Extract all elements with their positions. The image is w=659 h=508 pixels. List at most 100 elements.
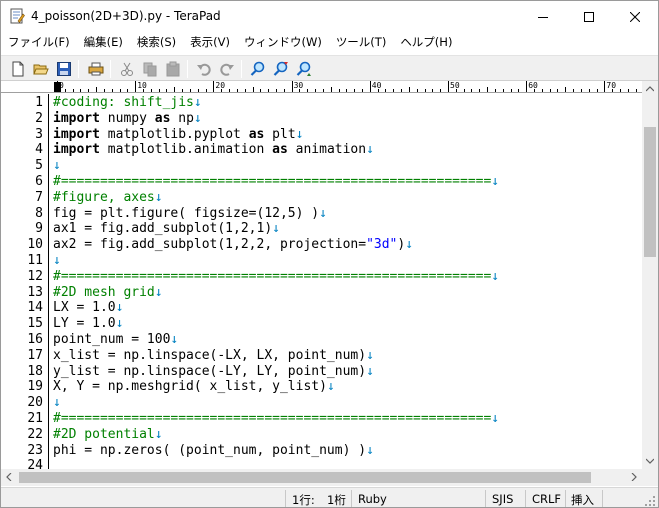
scroll-right-button[interactable] <box>626 469 642 485</box>
minimize-button[interactable] <box>520 1 566 32</box>
line-number: 24 <box>27 458 43 469</box>
new-file-button[interactable] <box>8 59 28 79</box>
toolbar-separator <box>110 60 111 78</box>
line-end-marker: ↓ <box>405 237 414 253</box>
new-file-icon <box>12 61 24 77</box>
ruler-tick <box>635 89 637 92</box>
code-line[interactable]: 17 x_list = np.linspace(-LX, LX, point_nu… <box>1 348 642 364</box>
code-line[interactable]: 4 import matplotlib.animation as animatio… <box>1 142 642 158</box>
find-previous-button[interactable] <box>294 59 314 79</box>
menu-help[interactable]: ヘルプ(H) <box>393 32 459 52</box>
code-line[interactable]: 3 import matplotlib.pyplot as plt↓ <box>1 127 642 143</box>
terapad-app-icon[interactable] <box>9 8 25 24</box>
code-line[interactable]: 14 LX = 1.0↓ <box>1 300 642 316</box>
menu-tools[interactable]: ツール(T) <box>329 32 394 52</box>
maximize-button[interactable] <box>566 1 612 32</box>
code-line[interactable]: 7 #figure, axes↓ <box>1 190 642 206</box>
cut-icon <box>121 62 133 76</box>
code-line[interactable]: 11 ↓ <box>1 253 642 269</box>
code-line[interactable]: 18 y_list = np.linspace(-LY, LY, point_nu… <box>1 364 642 380</box>
code-line[interactable]: 15 LY = 1.0↓ <box>1 316 642 332</box>
code-line[interactable]: 12 #=====================================… <box>1 269 642 285</box>
code-line[interactable]: 5 ↓ <box>1 158 642 174</box>
redo-button[interactable] <box>217 59 237 79</box>
menu-window[interactable]: ウィンドウ(W) <box>237 32 329 52</box>
find-icon <box>250 61 265 76</box>
copy-icon <box>143 62 157 77</box>
ruler-tick <box>174 87 176 92</box>
cut-button[interactable] <box>117 59 137 79</box>
find-next-button[interactable] <box>271 59 291 79</box>
ruler-label: 70 <box>606 81 617 90</box>
code-line[interactable]: 24 <box>1 458 642 469</box>
status-newline[interactable]: CRLF <box>532 492 561 506</box>
open-file-button[interactable] <box>31 59 51 79</box>
ruler-tick <box>510 89 512 92</box>
code-line[interactable]: 23 phi = np.zeros( (point_num, point_num)… <box>1 443 642 459</box>
ruler-tick <box>424 89 426 92</box>
status-encoding[interactable]: SJIS <box>492 492 513 506</box>
scroll-down-button[interactable] <box>642 453 658 469</box>
code-line[interactable]: 1 #coding: shift_jis↓ <box>1 95 642 111</box>
find-previous-icon <box>296 61 311 76</box>
ruler-tick <box>369 81 371 92</box>
paste-button[interactable] <box>163 59 183 79</box>
find-button[interactable] <box>248 59 268 79</box>
status-separator <box>565 490 566 507</box>
menu-search[interactable]: 検索(S) <box>130 32 183 52</box>
code-line[interactable]: 2 import numpy as np↓ <box>1 111 642 127</box>
menu-file[interactable]: ファイル(F) <box>1 32 77 52</box>
resize-grip-icon[interactable] <box>645 496 656 507</box>
code-token: matplotlib.animation <box>99 142 273 158</box>
keyword-token: as <box>154 110 171 126</box>
close-button[interactable] <box>612 1 658 32</box>
code-line[interactable]: 13 #2D mesh grid↓ <box>1 285 642 301</box>
menu-view[interactable]: 表示(V) <box>183 32 237 52</box>
code-line[interactable]: 21 #=====================================… <box>1 411 642 427</box>
ruler-tick <box>213 81 215 92</box>
ruler-tick <box>346 89 348 92</box>
text-editor[interactable]: 1 #coding: shift_jis↓ 2 import numpy as np↓… <box>1 94 642 469</box>
ruler-tick <box>338 89 340 92</box>
scroll-up-button[interactable] <box>642 81 658 97</box>
ruler-tick <box>275 89 277 92</box>
vertical-scrollbar[interactable] <box>642 81 658 469</box>
arrow-up-icon <box>646 86 654 92</box>
code-line[interactable]: 16 point_num = 100↓ <box>1 332 642 348</box>
vertical-scroll-thumb[interactable] <box>644 127 656 257</box>
code-line[interactable]: 20 ↓ <box>1 395 642 411</box>
status-language[interactable]: Ruby <box>358 492 387 506</box>
code-line[interactable]: 10 ax2 = fig.add_subplot(1,2,2, projectio… <box>1 237 642 253</box>
code-line[interactable]: 19 X, Y = np.meshgrid( x_list, y_list)↓ <box>1 379 642 395</box>
ruler-tick <box>580 89 582 92</box>
code-text: #2D mesh grid↓ <box>53 285 163 301</box>
keyword-token: import <box>53 142 100 158</box>
code-line[interactable]: 9 ax1 = fig.add_subplot(1,2,1)↓ <box>1 221 642 237</box>
code-line[interactable]: 6 #======================================… <box>1 174 642 190</box>
line-end-marker: ↓ <box>366 442 374 458</box>
code-token: ax1 = fig.add_subplot(1,2,1) <box>53 221 273 237</box>
ruler-tick <box>236 89 238 92</box>
horizontal-scrollbar[interactable] <box>1 469 642 486</box>
code-line[interactable]: 8 fig = plt.figure( figsize=(12,5) )↓ <box>1 206 642 222</box>
title-bar[interactable]: 4_poisson(2D+3D).py - TeraPad <box>1 1 658 32</box>
code-token: phi = np.zeros( (point_num, point_num) ) <box>53 442 367 458</box>
print-button[interactable] <box>86 59 106 79</box>
undo-button[interactable] <box>194 59 214 79</box>
copy-button[interactable] <box>140 59 160 79</box>
ruler-label: 40 <box>371 81 382 90</box>
save-button[interactable] <box>54 59 74 79</box>
ruler-tick <box>315 89 317 92</box>
code-text: ax1 = fig.add_subplot(1,2,1)↓ <box>53 221 280 237</box>
keyword-token: as <box>248 126 265 142</box>
code-token: animation <box>287 142 367 158</box>
line-number: 18 <box>27 363 43 379</box>
horizontal-scroll-thumb[interactable] <box>19 472 591 483</box>
code-token: plt <box>264 126 296 142</box>
code-line[interactable]: 22 #2D potential↓ <box>1 427 642 443</box>
scroll-left-button[interactable] <box>1 469 17 485</box>
status-insert-mode[interactable]: 挿入 <box>571 492 594 507</box>
code-token: matplotlib.pyplot <box>99 126 249 142</box>
ruler-tick <box>158 89 160 92</box>
menu-edit[interactable]: 編集(E) <box>77 32 130 52</box>
